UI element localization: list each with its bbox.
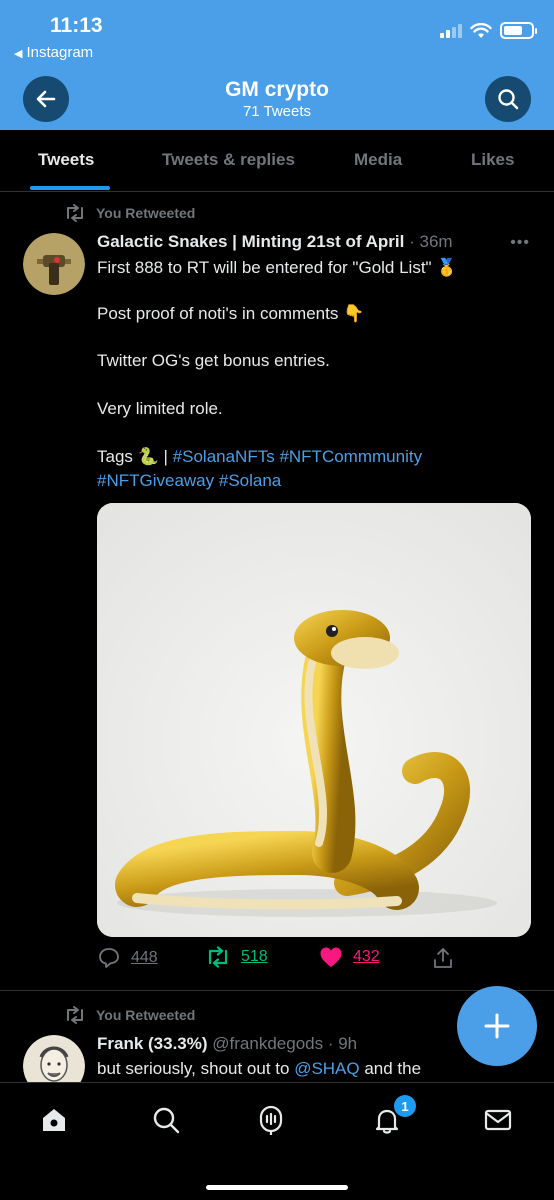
tweet-text-line: Twitter OG's get bonus entries. [97,351,330,370]
tweet-text-line: Tags 🐍 | #SolanaNFTs #NFTCommmunity [97,447,422,467]
tweet-time: · 36m [409,232,453,251]
tab-likes[interactable]: Likes [471,150,514,170]
plus-icon [484,1013,510,1039]
retweet-icon [208,946,228,968]
author-name[interactable]: Frank (33.3%) [97,1034,208,1053]
tab-media[interactable]: Media [354,150,402,170]
nav-messages[interactable] [481,1103,515,1137]
bottom-nav: 1 [0,1082,554,1200]
tweet-divider [0,990,554,991]
search-icon [498,89,519,110]
author-name[interactable]: Galactic Snakes | Minting 21st of April [97,232,404,251]
tweet-text-line: #NFTGiveaway #Solana [97,471,281,491]
compose-tweet-button[interactable] [457,986,537,1066]
profile-header: 11:13 ◀ Instagram GM crypto 71 Tweets [0,0,554,130]
nav-search[interactable] [149,1103,183,1137]
like-button[interactable]: 432 [319,946,380,968]
retweet-small-icon [67,1006,83,1024]
back-to-app-link[interactable]: ◀ Instagram [14,44,93,61]
notification-badge: 1 [394,1095,416,1117]
tweet-text-line: Post proof of noti's in comments 👇 [97,304,365,323]
like-count: 432 [353,948,380,965]
heart-icon [320,947,342,967]
status-icons [440,22,537,39]
tweet-text: but seriously, shout out to [97,1059,295,1078]
tab-tweets-replies[interactable]: Tweets & replies [162,150,295,170]
battery-icon [500,22,537,39]
home-indicator [206,1185,348,1190]
signal-icon [440,23,462,38]
microphone-icon [259,1105,283,1135]
avatar[interactable] [23,233,85,295]
reply-count: 448 [131,949,158,966]
reply-icon [99,948,119,968]
retweet-button[interactable]: 518 [205,946,268,968]
tags-prefix: Tags 🐍 | [97,447,173,466]
author-handle-time: @frankdegods · 9h [212,1034,358,1053]
tweet-text-line: but seriously, shout out to @SHAQ and th… [97,1059,421,1079]
retweet-context: You Retweeted [64,204,195,222]
wifi-icon [470,22,492,38]
nav-home[interactable] [37,1103,71,1137]
tweet-actions: 448 518 432 [97,946,477,976]
tab-tweets[interactable]: Tweets [38,150,94,170]
home-icon [43,1109,65,1131]
tweet-header: Galactic Snakes | Minting 21st of April … [97,232,453,252]
reply-button[interactable]: 448 [97,946,158,970]
share-button[interactable] [431,946,455,970]
tweet-text-line: Very limited role. [97,399,223,418]
back-triangle-icon: ◀ [14,48,23,60]
status-time: 11:13 [50,14,103,37]
mention-link[interactable]: @SHAQ [294,1059,359,1078]
tweet-count: 71 Tweets [242,103,312,120]
share-icon [434,948,452,968]
retweet-label: You Retweeted [96,205,196,221]
page-title: GM crypto [225,78,329,101]
mail-icon [484,1109,512,1131]
active-tab-indicator [30,186,110,190]
golden-snake-image [97,503,531,937]
retweet-count: 518 [241,948,268,965]
more-options-icon[interactable]: ••• [510,234,530,252]
retweet-label: You Retweeted [96,1007,196,1023]
tweet-header: Frank (33.3%) @frankdegods · 9h [97,1034,357,1054]
tweet-image[interactable] [97,503,531,937]
profile-tabs: Tweets Tweets & replies Media Likes [0,130,554,192]
avatar-image [23,233,85,295]
search-icon [153,1107,180,1134]
retweet-context: You Retweeted [64,1006,195,1024]
search-button[interactable] [485,76,531,122]
hashtag-link[interactable]: #SolanaNFTs #NFTCommmunity [173,447,422,466]
hashtag-link[interactable]: #NFTGiveaway #Solana [97,471,281,490]
nav-spaces[interactable] [254,1103,288,1137]
back-app-label: Instagram [26,44,94,61]
tweet-text-line: First 888 to RT will be entered for "Gol… [97,258,458,277]
tweet-text: and the [359,1059,422,1078]
retweet-small-icon [67,204,83,222]
